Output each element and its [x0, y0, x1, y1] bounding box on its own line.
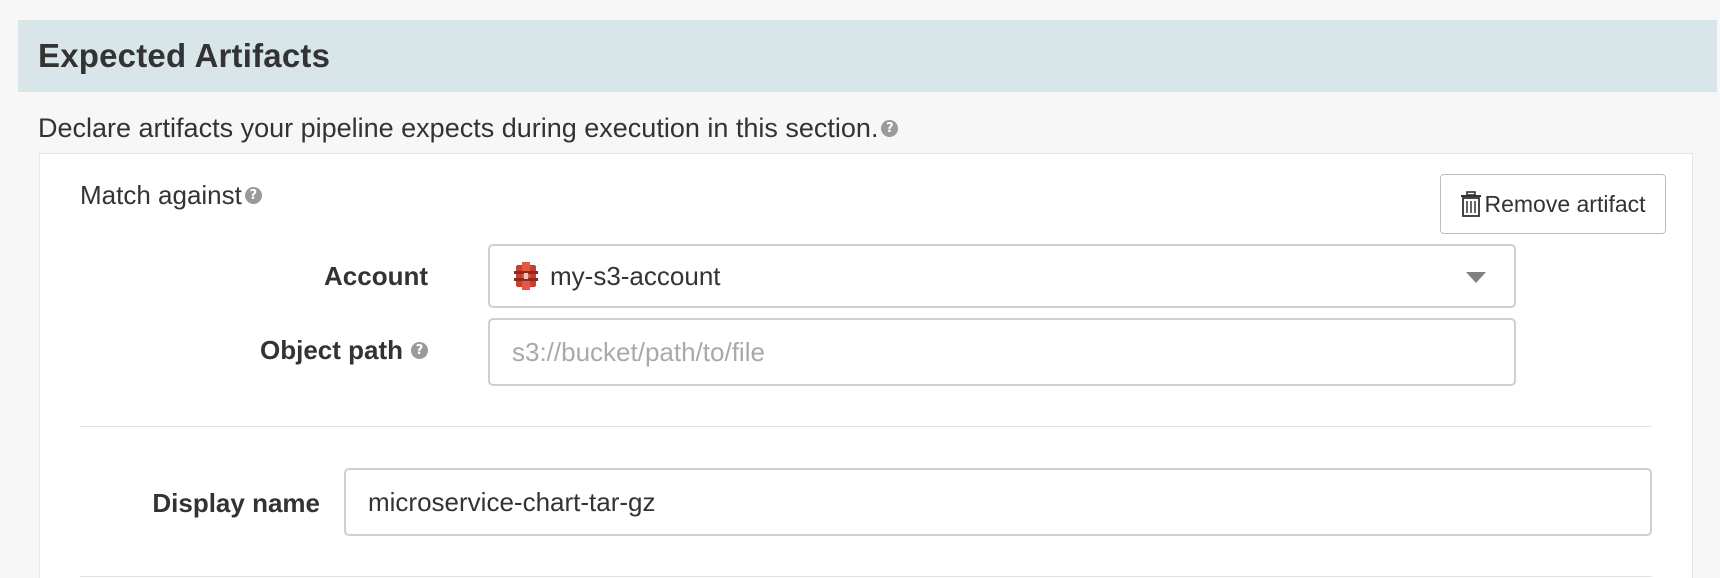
- remove-artifact-button[interactable]: Remove artifact: [1440, 174, 1666, 234]
- expected-artifacts-page: Expected Artifacts Declare artifacts you…: [0, 0, 1720, 578]
- match-against-label: Match against ?: [80, 180, 262, 211]
- s3-bucket-icon: [514, 262, 538, 290]
- display-name-label-text: Display name: [152, 487, 320, 518]
- section-description-text: Declare artifacts your pipeline expects …: [38, 113, 879, 143]
- help-icon[interactable]: ?: [881, 120, 899, 137]
- object-path-label: Object path ?: [200, 330, 428, 370]
- chevron-down-icon: [1466, 272, 1486, 283]
- match-against-help-icon[interactable]: ?: [244, 187, 262, 204]
- divider: [80, 426, 1652, 427]
- account-label-text: Account: [324, 260, 428, 291]
- display-name-input[interactable]: [344, 468, 1652, 536]
- display-name-label: Display name: [110, 483, 320, 523]
- trash-icon: [1461, 191, 1482, 217]
- section-description: Declare artifacts your pipeline expects …: [38, 113, 899, 144]
- account-select-value: my-s3-account: [550, 260, 721, 291]
- object-path-help-icon[interactable]: ?: [411, 341, 428, 359]
- section-header: Expected Artifacts: [18, 20, 1717, 92]
- account-select[interactable]: my-s3-account: [488, 244, 1516, 308]
- section-title: Expected Artifacts: [38, 37, 331, 74]
- account-label: Account: [250, 256, 428, 296]
- remove-artifact-label: Remove artifact: [1484, 190, 1646, 217]
- object-path-label-text: Object path: [259, 334, 403, 365]
- divider: [80, 576, 1652, 577]
- match-against-text: Match against: [80, 180, 242, 210]
- object-path-input[interactable]: [488, 318, 1516, 386]
